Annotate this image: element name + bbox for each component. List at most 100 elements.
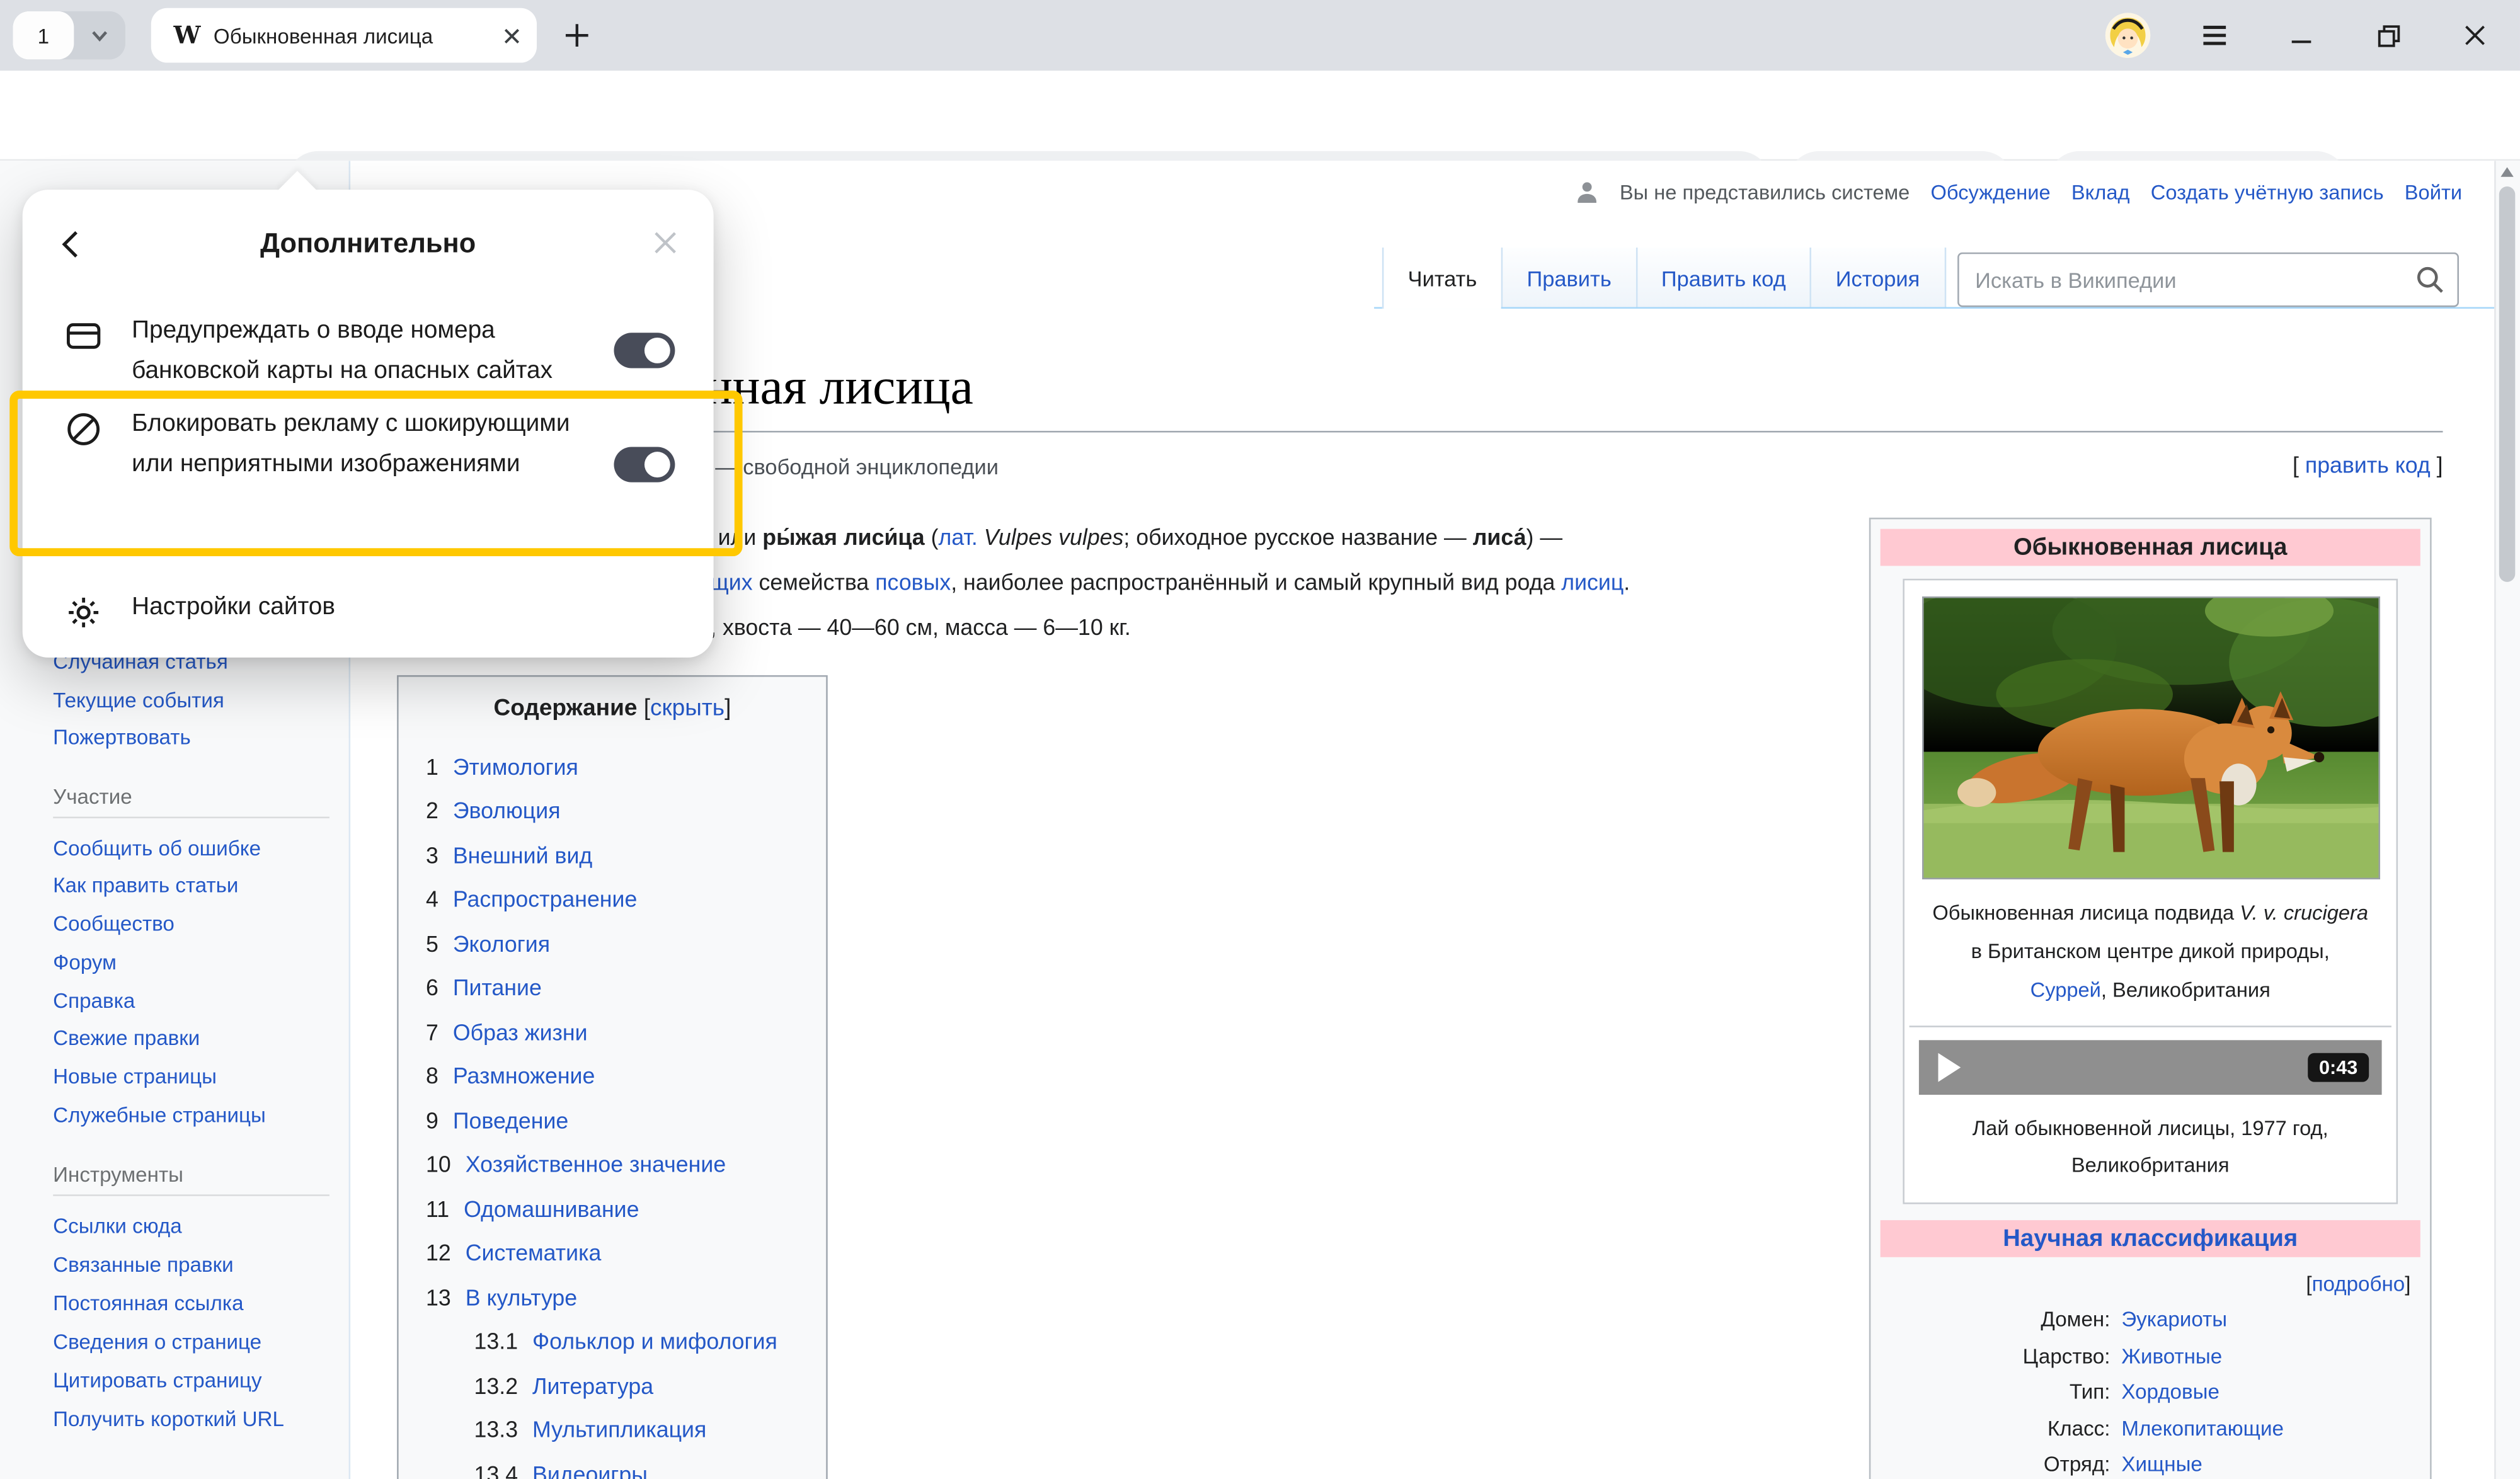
media-divider bbox=[1910, 1025, 2391, 1027]
link[interactable]: лисиц bbox=[1561, 569, 1624, 595]
classification-value-link[interactable]: Эукариоты bbox=[2121, 1302, 2227, 1338]
classification-value-link[interactable]: Млекопитающие bbox=[2121, 1411, 2284, 1447]
sidebar-link[interactable]: Текущие события bbox=[53, 681, 339, 719]
restore-button[interactable] bbox=[2369, 16, 2407, 55]
panel-row-site-settings[interactable]: Настройки сайтов bbox=[64, 588, 675, 628]
close-tab-icon[interactable] bbox=[503, 26, 520, 44]
play-icon[interactable] bbox=[1939, 1053, 1961, 1082]
personal-link[interactable]: Вклад bbox=[2071, 180, 2130, 204]
toc-item: 13.4 Видеоигры bbox=[426, 1452, 826, 1479]
toc-link[interactable]: Мультипликация bbox=[532, 1417, 706, 1442]
toc-link[interactable]: Образ жизни bbox=[453, 1019, 588, 1044]
browser-window: 1 W Обыкновенная лисица bbox=[0, 0, 2520, 1479]
personal-link[interactable]: Создать учётную запись bbox=[2151, 180, 2384, 204]
menu-icon[interactable] bbox=[2196, 16, 2234, 55]
bank-card-icon bbox=[64, 317, 103, 355]
classification-header[interactable]: Научная классификация bbox=[1881, 1220, 2420, 1257]
toc-list: 1 Этимология 2 Эволюция 3 Внешний вид 4 … bbox=[399, 745, 827, 1479]
personal-link[interactable]: Войти bbox=[2405, 180, 2462, 204]
login-note: Вы не представились системе bbox=[1620, 180, 1910, 204]
card-warning-toggle[interactable] bbox=[614, 333, 675, 368]
panel-row-block-ads[interactable]: Блокировать рекламу с шокирующими или не… bbox=[64, 405, 675, 484]
edit-section-link[interactable]: [ править код ] bbox=[2293, 452, 2443, 477]
toc-link[interactable]: Поведение bbox=[453, 1107, 568, 1133]
sidebar-link[interactable]: Получить короткий URL bbox=[53, 1400, 339, 1439]
sidebar-link[interactable]: Сообщество bbox=[53, 905, 339, 944]
toc-item: 3 Внешний вид bbox=[426, 833, 826, 877]
infobox-media: Обыкновенная лисица подвида V. v. crucig… bbox=[1903, 579, 2398, 1204]
toc-item: 6 Питание bbox=[426, 966, 826, 1010]
sidebar-link[interactable]: Как править статьи bbox=[53, 867, 339, 905]
tab-counter[interactable]: 1 bbox=[13, 11, 125, 60]
scrollbar[interactable] bbox=[2494, 161, 2520, 1479]
toc-link[interactable]: Эволюция bbox=[453, 798, 561, 824]
toc-link[interactable]: Внешний вид bbox=[453, 842, 592, 868]
sidebar-link[interactable]: Сведения о странице bbox=[53, 1323, 339, 1361]
sidebar-link[interactable]: Новые страницы bbox=[53, 1058, 339, 1097]
infobox-title: Обыкновенная лисица bbox=[1881, 529, 2420, 566]
toc-link[interactable]: Питание bbox=[453, 974, 542, 1000]
toc-link[interactable]: Систематика bbox=[466, 1240, 602, 1265]
toc-link[interactable]: Литература bbox=[532, 1373, 653, 1398]
block-ads-toggle[interactable] bbox=[614, 447, 675, 483]
details-link[interactable]: [подробно] bbox=[1877, 1272, 2411, 1296]
wiki-search[interactable] bbox=[1957, 253, 2459, 307]
panel-row-label: Блокировать рекламу с шокирующими или не… bbox=[132, 405, 575, 484]
classification-value-link[interactable]: Хордовые bbox=[2121, 1374, 2219, 1410]
sidebar-link[interactable]: Служебные страницы bbox=[53, 1097, 339, 1135]
classification-value-link[interactable]: Животные bbox=[2121, 1339, 2222, 1374]
toc-item: 11 Одомашнивание bbox=[426, 1187, 826, 1231]
sidebar-link[interactable]: Ссылки сюда bbox=[53, 1207, 339, 1245]
toc-link[interactable]: Экология bbox=[453, 930, 550, 956]
personal-link[interactable]: Обсуждение bbox=[1931, 180, 2051, 204]
sidebar-link[interactable]: Форум bbox=[53, 944, 339, 982]
sidebar-link[interactable]: Связанные правки bbox=[53, 1246, 339, 1284]
article-tab[interactable]: История bbox=[1810, 248, 1945, 309]
link[interactable]: лат. bbox=[939, 524, 978, 550]
close-window-button[interactable] bbox=[2456, 16, 2494, 55]
link[interactable]: Суррей bbox=[2030, 978, 2101, 1002]
audio-player[interactable]: 0:43 bbox=[1919, 1040, 2382, 1095]
article-tab[interactable]: Править код bbox=[1635, 248, 1810, 309]
search-icon[interactable] bbox=[2415, 265, 2444, 294]
panel-row-card-warning[interactable]: Предупреждать о вводе номера банковской … bbox=[64, 312, 675, 391]
sidebar-link[interactable]: Пожертвовать bbox=[53, 719, 339, 757]
wiki-search-input[interactable] bbox=[1972, 266, 2415, 293]
toc-item: 5 Экология bbox=[426, 921, 826, 965]
scrollbar-thumb[interactable] bbox=[2499, 186, 2516, 582]
toc-link[interactable]: В культуре bbox=[466, 1284, 577, 1310]
toc-hide-link[interactable]: [скрыть] bbox=[637, 696, 731, 722]
sidebar-link[interactable]: Сообщить об ошибке bbox=[53, 829, 339, 867]
link[interactable]: скрыть bbox=[650, 696, 724, 722]
toc-link[interactable]: Размножение bbox=[453, 1063, 595, 1089]
user-avatar[interactable] bbox=[2105, 13, 2150, 57]
classification-value-link[interactable]: Хищные bbox=[2121, 1447, 2202, 1479]
scroll-up-arrow[interactable] bbox=[2500, 167, 2513, 176]
sidebar-link[interactable]: Свежие правки bbox=[53, 1020, 339, 1058]
toc-link[interactable]: Этимология bbox=[453, 753, 578, 779]
toc-link[interactable]: Видеоигры bbox=[532, 1461, 648, 1479]
sidebar-link[interactable]: Справка bbox=[53, 982, 339, 1020]
toc-item: 13.3 Мультипликация bbox=[426, 1407, 826, 1451]
toc-link[interactable]: Одомашнивание bbox=[464, 1196, 639, 1221]
minimize-button[interactable] bbox=[2282, 16, 2320, 55]
browser-tab[interactable]: W Обыкновенная лисица bbox=[151, 8, 537, 63]
link[interactable]: псовых bbox=[875, 569, 951, 595]
toc-title: Содержание [скрыть] bbox=[399, 696, 827, 722]
close-icon[interactable] bbox=[653, 230, 682, 259]
article-tab[interactable]: Читать bbox=[1382, 248, 1501, 309]
sidebar-section-participation: Участие bbox=[53, 784, 329, 818]
fox-photo bbox=[1922, 597, 2380, 879]
link[interactable]: подробно bbox=[2312, 1272, 2405, 1296]
toc-link[interactable]: Фольклор и мифология bbox=[532, 1328, 777, 1354]
toc-link[interactable]: Хозяйственное значение bbox=[466, 1151, 726, 1177]
chevron-down-icon[interactable] bbox=[74, 11, 125, 60]
toc-link[interactable]: Распространение bbox=[453, 886, 637, 912]
sidebar-link[interactable]: Цитировать страницу bbox=[53, 1361, 339, 1400]
link[interactable]: править код bbox=[2305, 452, 2431, 477]
toc-item: 2 Эволюция bbox=[426, 789, 826, 833]
article-tab[interactable]: Править bbox=[1501, 248, 1635, 309]
new-tab-button[interactable] bbox=[556, 14, 598, 56]
classification-rows: Домен: Эукариоты Царство: Животные Тип: … bbox=[1877, 1302, 2424, 1479]
sidebar-link[interactable]: Постоянная ссылка bbox=[53, 1284, 339, 1323]
